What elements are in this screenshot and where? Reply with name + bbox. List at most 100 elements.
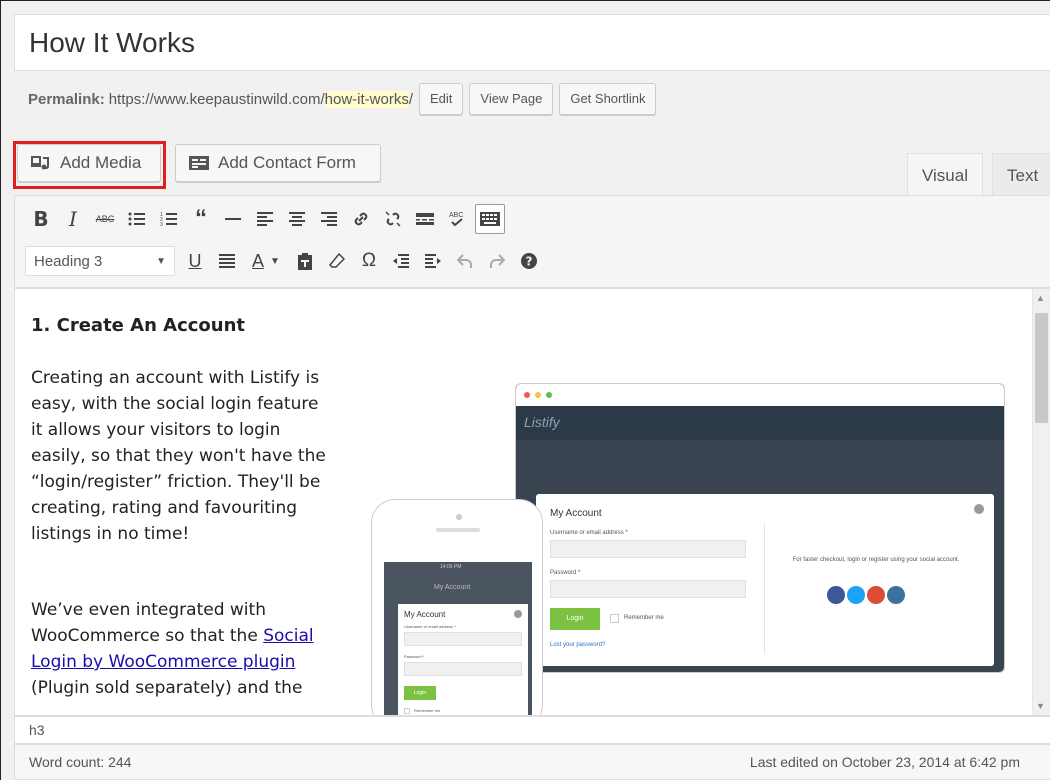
clear-formatting-icon[interactable] (321, 245, 353, 277)
toolbar-row-2: Heading 3 ▼ U A ▼ Ω ? (25, 244, 545, 278)
element-path[interactable]: h3 (29, 722, 45, 738)
content-scrollbar[interactable]: ▲ ▼ (1032, 289, 1050, 715)
permalink-trail: / (408, 90, 413, 108)
align-left-icon[interactable] (249, 203, 281, 235)
element-path-bar: h3 (14, 716, 1050, 744)
read-more-icon[interactable] (409, 203, 441, 235)
listify-logo: Listify (524, 414, 560, 430)
phone-password-label: Password * (404, 654, 425, 659)
svg-text:3: 3 (160, 222, 163, 227)
phone-modal: My Account Username or email address * P… (398, 604, 528, 715)
spellcheck-icon[interactable]: ABC (441, 203, 473, 235)
phone-username-label: Username or email address * (404, 624, 456, 629)
modal-password-field (550, 580, 746, 598)
underline-icon[interactable]: U (179, 245, 211, 277)
help-icon[interactable]: ? (513, 245, 545, 277)
permalink-base-url: https://www.keepaustinwild.com/ (108, 90, 325, 108)
illustration-modal: My Account Username or email address * P… (536, 494, 994, 666)
horizontal-rule-icon[interactable] (217, 203, 249, 235)
view-page-button[interactable]: View Page (469, 83, 554, 115)
content-heading: 1. Create An Account (31, 315, 246, 336)
scroll-up-icon[interactable]: ▲ (1036, 293, 1045, 303)
facebook-icon (827, 586, 845, 604)
modal-remember-checkbox (610, 614, 619, 623)
align-right-icon[interactable] (313, 203, 345, 235)
phone-password-field (404, 662, 522, 676)
maximize-dot-icon (546, 392, 552, 398)
tab-visual[interactable]: Visual (907, 153, 983, 195)
paste-text-icon[interactable] (289, 245, 321, 277)
minimize-dot-icon (535, 392, 541, 398)
format-select-value: Heading 3 (34, 252, 103, 270)
twitter-icon (847, 586, 865, 604)
modal-username-field (550, 540, 746, 558)
bold-icon[interactable]: B (25, 203, 57, 235)
tab-visual-label: Visual (922, 166, 968, 185)
instagram-icon (887, 586, 905, 604)
scroll-thumb[interactable] (1035, 313, 1048, 423)
modal-close-icon (974, 504, 984, 514)
phone-modal-title: My Account (404, 610, 446, 619)
italic-icon[interactable]: I (57, 203, 89, 235)
toolbar-row-1: B I ABC 123 “ ABC (25, 202, 505, 236)
phone-login-button: Login (404, 686, 436, 700)
phone-modal-close-icon (514, 610, 522, 618)
last-edited: Last edited on October 23, 2014 at 6:42 … (749, 754, 1020, 770)
modal-username-label: Username or email address * (550, 530, 628, 536)
phone-remember-checkbox (404, 708, 410, 714)
align-center-icon[interactable] (281, 203, 313, 235)
content-paragraph-1: Creating an account with Listify is easy… (31, 368, 326, 544)
phone-header: My Account (434, 584, 471, 591)
editor-toolbar: B I ABC 123 “ ABC Heading 3 ▼ U A ▼ Ω ? (14, 195, 1050, 288)
permalink-slug[interactable]: how-it-works (324, 90, 409, 108)
scroll-down-icon[interactable]: ▼ (1036, 701, 1045, 711)
close-dot-icon (524, 392, 530, 398)
permalink-row: Permalink: https://www.keepaustinwild.co… (28, 83, 657, 115)
editor-content[interactable]: 1. Create An Account Creating an account… (14, 288, 1050, 716)
numbered-list-icon[interactable]: 123 (153, 203, 185, 235)
text-color-icon[interactable]: A ▼ (243, 245, 289, 277)
svg-text:?: ? (526, 255, 533, 269)
tab-text[interactable]: Text (992, 153, 1050, 195)
justify-icon[interactable] (211, 245, 243, 277)
phone-remember-label: Remember me (414, 708, 441, 713)
modal-lost-password: Lost your password? (550, 642, 606, 648)
special-character-icon[interactable]: Ω (353, 245, 385, 277)
format-select[interactable]: Heading 3 ▼ (25, 246, 175, 276)
bullet-list-icon[interactable] (121, 203, 153, 235)
blockquote-icon[interactable]: “ (185, 203, 217, 235)
modal-divider (764, 524, 765, 654)
post-title-text: How It Works (29, 27, 195, 58)
svg-text:ABC: ABC (449, 212, 463, 219)
undo-icon[interactable] (449, 245, 481, 277)
add-contact-form-button[interactable]: Add Contact Form (175, 144, 381, 182)
permalink-label: Permalink: (28, 90, 105, 108)
modal-password-label: Password * (550, 570, 581, 576)
illustration-browser: Listify My Account Username or email add… (515, 383, 1005, 673)
editor-status-bar: Word count: 244 Last edited on October 2… (14, 744, 1050, 780)
add-contact-form-label: Add Contact Form (218, 153, 356, 172)
unlink-icon[interactable] (377, 203, 409, 235)
link-icon[interactable] (345, 203, 377, 235)
tab-text-label: Text (1007, 166, 1039, 185)
modal-login-button: Login (550, 608, 600, 630)
content-paragraph-2: We’ve even integrated with WooCommerce s… (31, 597, 331, 701)
modal-title: My Account (550, 508, 602, 519)
phone-screen: 14:06 PM My Account My Account Username … (384, 562, 532, 715)
paragraph-2-post: (Plugin sold separately) and the (31, 678, 303, 698)
post-title-input[interactable]: How It Works (14, 14, 1050, 71)
browser-titlebar (516, 384, 1004, 406)
outdent-icon[interactable] (385, 245, 417, 277)
word-count: Word count: 244 (29, 754, 132, 770)
google-plus-icon (867, 586, 885, 604)
chevron-down-icon: ▼ (156, 255, 166, 267)
edit-permalink-button[interactable]: Edit (419, 83, 464, 115)
get-shortlink-button[interactable]: Get Shortlink (559, 83, 657, 115)
paragraph-2-pre: We’ve even integrated with WooCommerce s… (31, 600, 266, 646)
add-media-highlight (13, 141, 166, 189)
redo-icon[interactable] (481, 245, 513, 277)
strikethrough-icon[interactable]: ABC (89, 203, 121, 235)
phone-username-field (404, 632, 522, 646)
toolbar-toggle-icon[interactable] (475, 204, 505, 234)
indent-icon[interactable] (417, 245, 449, 277)
